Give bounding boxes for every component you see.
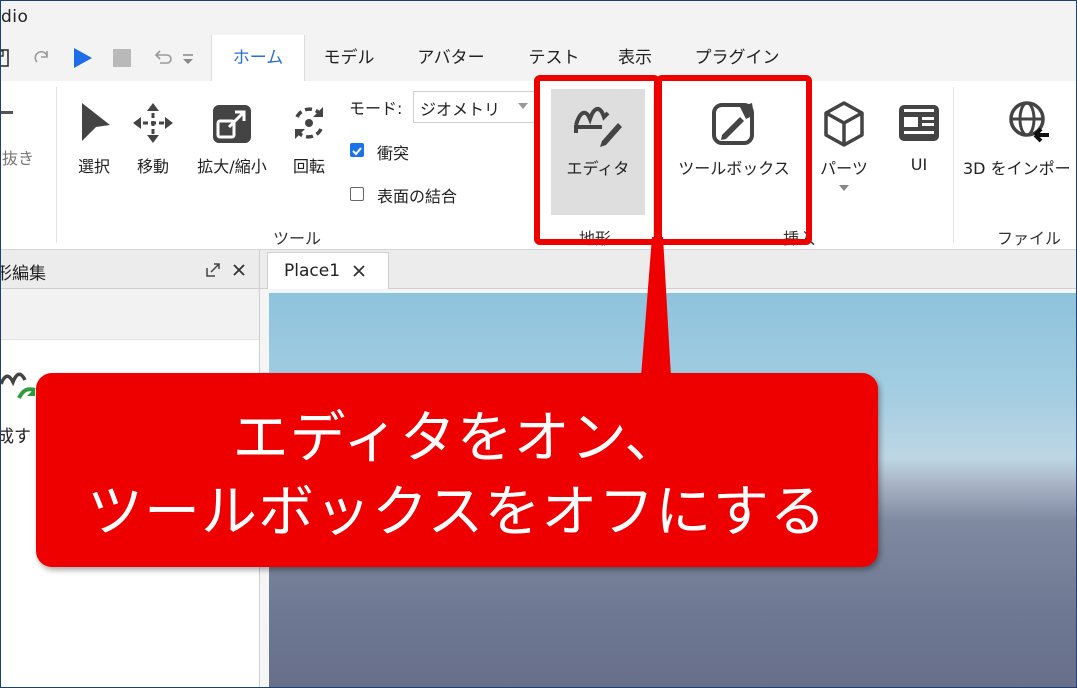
quick-access-toolbar [1,35,211,81]
panel-title: 形編集 [0,264,46,284]
ui-button[interactable]: UI [889,99,949,174]
ui-label: UI [910,155,928,174]
import-3d-button[interactable]: 3D をインポー [963,99,1076,179]
cursor-arrow-icon [82,103,110,141]
close-icon[interactable] [352,264,366,278]
tab-model[interactable]: モデル [309,35,389,81]
ui-window-icon [899,105,939,141]
scale-label: 拡大/縮小 [197,157,267,176]
cut-tool-label: 抜き [1,149,34,168]
rotate-tool[interactable]: 回転 [283,101,335,177]
undock-icon[interactable] [205,262,221,278]
mode-value: ジオメトリ [420,100,501,119]
redo-icon[interactable] [29,45,55,71]
cut-tool-partial[interactable]: 抜き [1,97,41,169]
instruction-callout: エディタをオン、 ツールボックスをオフにする [36,373,878,567]
app-window: dio ホーム モデル アバター テスト 表示 プラグイン 抜き 選択 移動 拡… [0,0,1077,688]
chevron-down-icon [518,103,528,109]
place-tab-label: Place1 [284,261,341,281]
toolbox-highlight-box [656,75,812,245]
scale-icon [213,105,251,143]
move-arrows-icon [133,103,173,143]
callout-line-1: エディタをオン、 [232,406,682,471]
scale-tool[interactable]: 拡大/縮小 [189,101,275,177]
document-tabs: Place1 [260,250,1076,289]
rotate-icon [295,107,323,139]
import-3d-label: 3D をインポー [963,159,1071,178]
join-surfaces-label: 表面の結合 [377,187,458,206]
ribbon-divider [953,87,954,243]
parts-button[interactable]: パーツ [815,99,873,193]
mode-label: モード: [349,99,403,118]
move-tool[interactable]: 移動 [127,101,179,177]
rotate-label: 回転 [292,157,325,176]
collision-checkbox[interactable] [350,143,364,157]
parts-label: パーツ [820,159,868,178]
globe-import-icon [1009,101,1049,143]
join-surfaces-checkbox[interactable] [350,187,364,201]
chevron-down-icon [839,185,849,191]
terrain-generate-icon[interactable] [1,368,37,408]
panel-header: 形編集 [1,250,259,289]
title-bar: dio [1,1,1076,35]
tools-group-label: ツール [273,229,322,248]
customize-qa-icon[interactable] [179,45,197,71]
move-label: 移動 [136,157,169,176]
close-icon[interactable] [232,263,246,277]
part-cube-icon [824,101,864,147]
mode-select[interactable]: ジオメトリ [413,91,537,123]
window-title: dio [1,7,29,27]
panel-toolbar [1,289,259,340]
tab-place1[interactable]: Place1 [267,252,389,289]
panel-partial-text: 成す [0,427,31,447]
play-icon[interactable] [69,45,95,71]
collision-label: 衝突 [377,144,410,163]
checkmark-icon [352,147,362,156]
stop-icon[interactable] [109,45,135,71]
callout-line-2: ツールボックスをオフにする [87,480,827,545]
select-tool[interactable]: 選択 [69,101,119,177]
select-label: 選択 [77,157,110,176]
ribbon-divider [56,87,57,243]
editor-highlight-box [534,75,660,245]
tab-home[interactable]: ホーム [211,35,305,81]
save-icon[interactable] [1,45,13,71]
undo-icon[interactable] [149,45,175,71]
tab-avatar[interactable]: アバター [403,35,499,81]
file-group-label: ファイル [997,229,1062,248]
